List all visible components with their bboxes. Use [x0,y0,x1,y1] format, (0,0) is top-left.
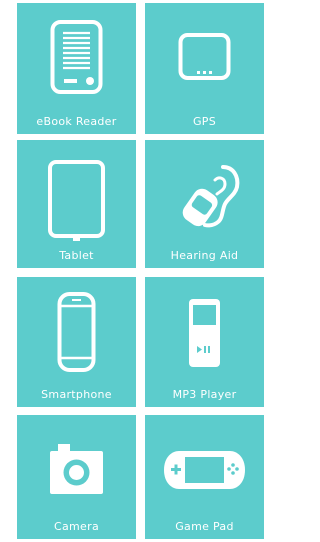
device-tile-game-pad[interactable]: Game Pad [145,415,264,539]
device-label: GPS [192,115,217,128]
device-grid: eBook Reader GPS Tablet Hearing Aid Smar… [17,3,264,539]
device-label: Game Pad [175,520,234,533]
device-tile-gps[interactable]: GPS [145,3,264,134]
device-label: Camera [54,520,99,533]
device-label: eBook Reader [36,115,117,128]
device-tile-ebook-reader[interactable]: eBook Reader [17,3,136,134]
device-label: Hearing Aid [170,249,239,262]
device-tile-camera[interactable]: Camera [17,415,136,539]
device-tile-mp3-player[interactable]: MP3 Player [145,277,264,407]
device-tile-hearing-aid[interactable]: Hearing Aid [145,140,264,268]
device-tile-tablet[interactable]: Tablet [17,140,136,268]
device-label: Smartphone [41,388,112,401]
device-label: Tablet [59,249,94,262]
device-tile-smartphone[interactable]: Smartphone [17,277,136,407]
device-label: MP3 Player [172,388,237,401]
